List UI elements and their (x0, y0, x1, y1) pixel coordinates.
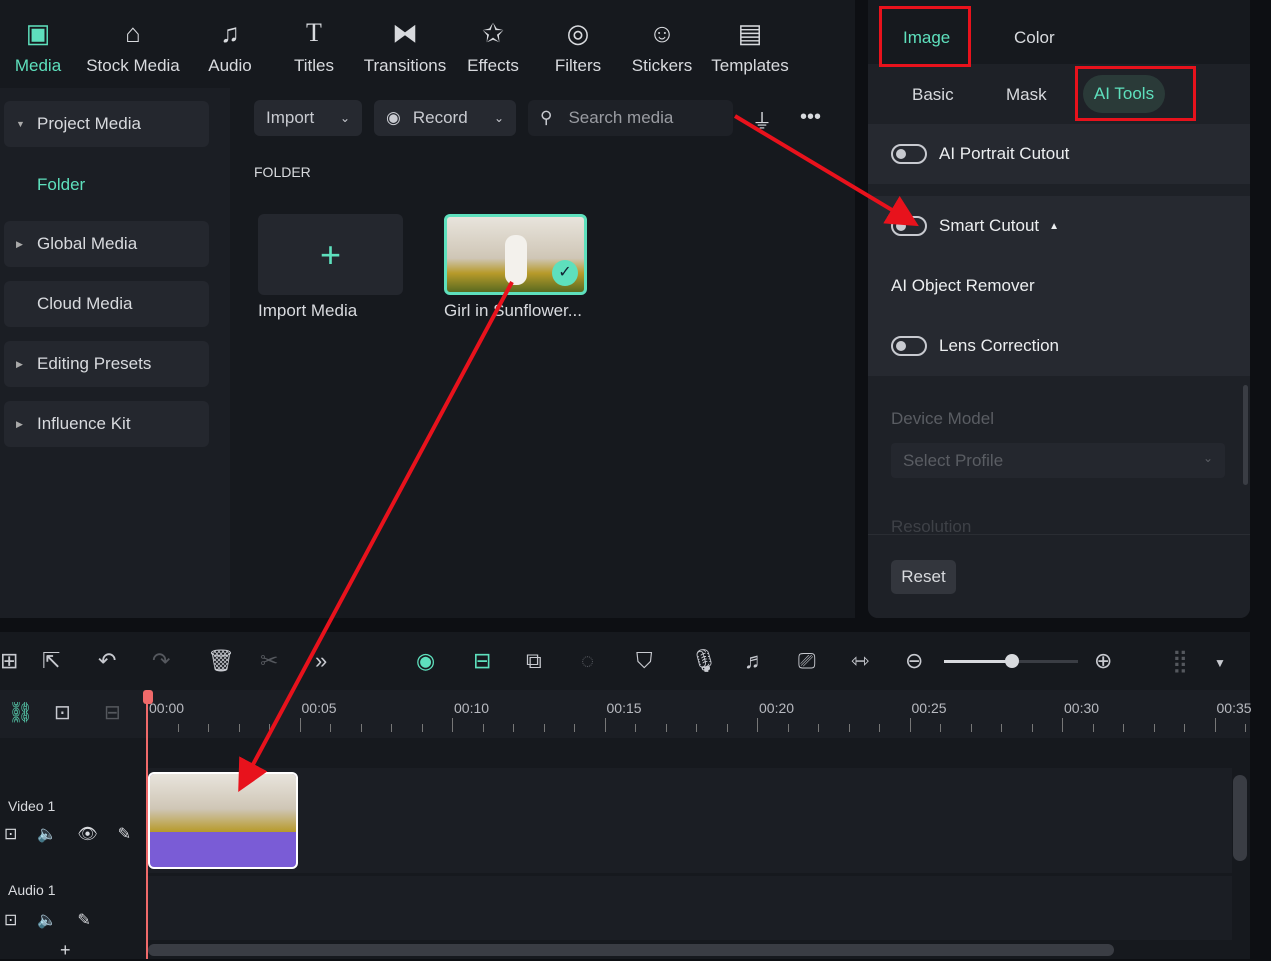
arrow-to-smart-cutout (733, 114, 919, 227)
arrow-to-timeline-clip (238, 281, 514, 793)
annotation-arrows (238, 114, 919, 793)
